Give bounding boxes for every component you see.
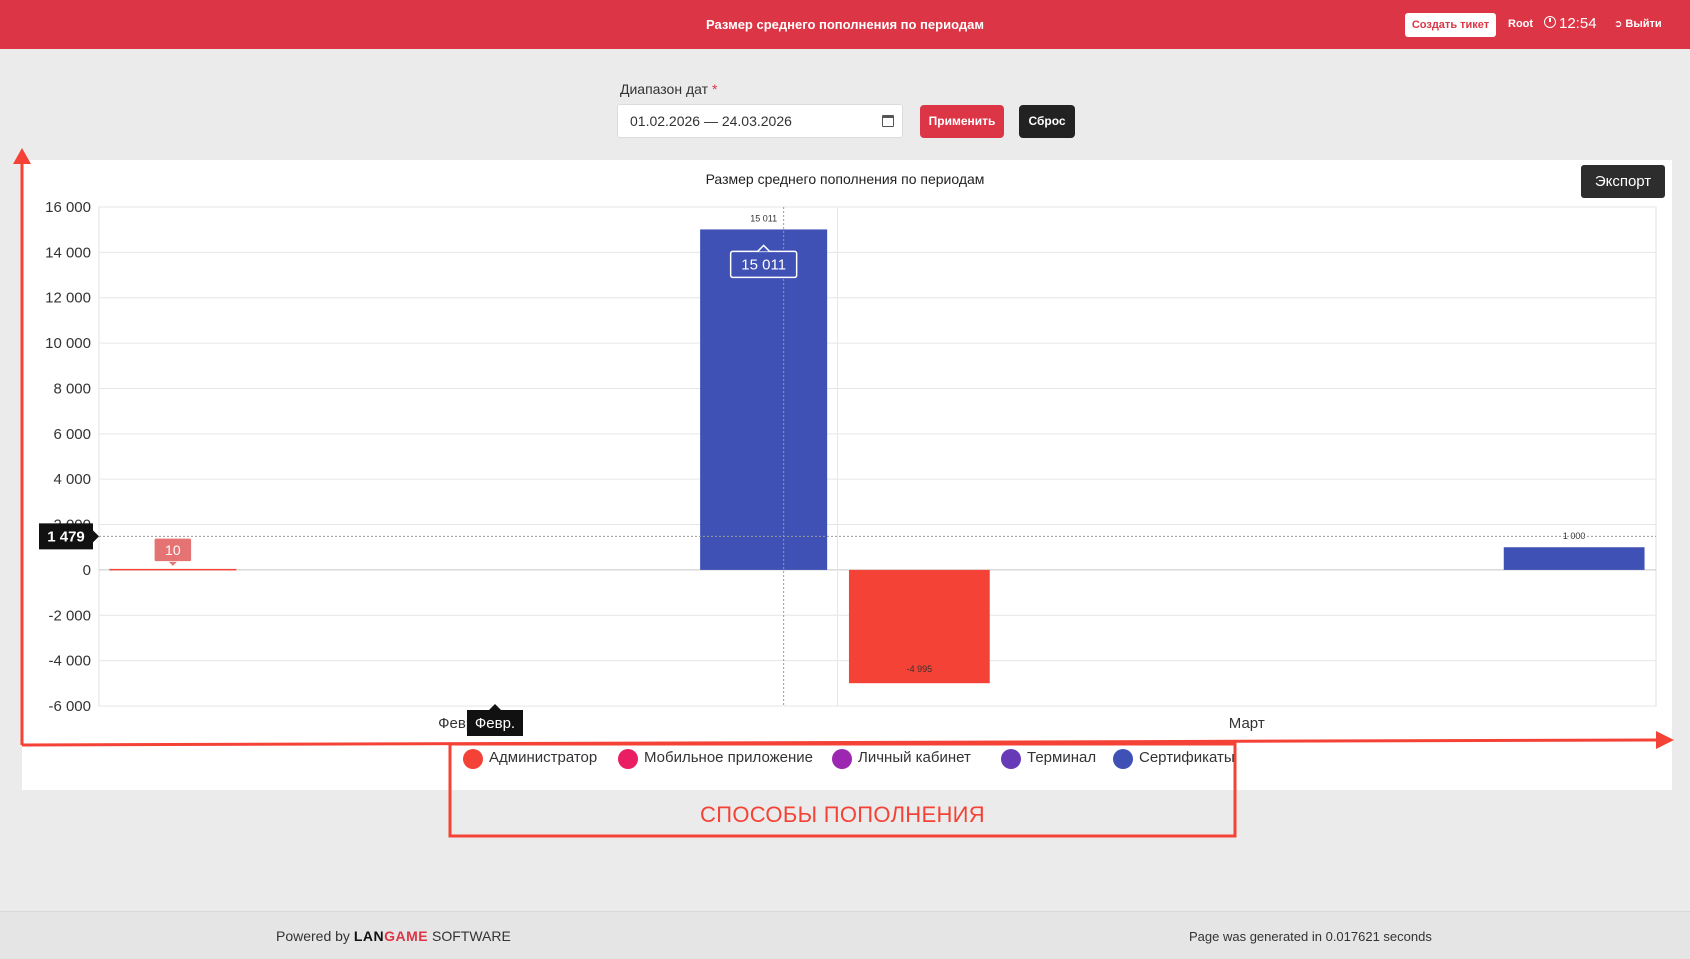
brand-logo: LANGAME (354, 928, 428, 944)
y-tick-label: 16 000 (45, 199, 91, 216)
powered-prefix: Powered by (276, 928, 350, 944)
legend-dot-icon (832, 749, 852, 769)
crosshair-y-badge-arrow (93, 530, 99, 543)
powered-by: Powered by LANGAME SOFTWARE (276, 928, 511, 944)
tooltip-administrator-label: 10 (165, 542, 181, 558)
legend-annotation-caption: СПОСОБЫ ПОПОЛНЕНИЯ (700, 802, 985, 827)
brand-suffix: SOFTWARE (432, 928, 511, 944)
generation-time: Page was generated in 0.017621 seconds (1189, 929, 1432, 944)
brand-game: GAME (384, 928, 429, 944)
y-tick-label: 12 000 (45, 290, 91, 307)
y-tick-label: 10 000 (45, 335, 91, 352)
brand-lan: LAN (353, 928, 385, 944)
bar (700, 229, 828, 570)
y-tick-label: 6 000 (53, 426, 91, 443)
y-tick-label: 14 000 (45, 244, 91, 261)
crosshair-x-badge-arrow (489, 704, 501, 710)
legend-dot-icon (463, 749, 483, 769)
bar (1503, 547, 1645, 570)
data-label: -4 995 (907, 664, 933, 674)
bar (109, 568, 237, 571)
y-tick-label: -6 000 (48, 698, 91, 715)
y-tick-label: 0 (83, 562, 91, 579)
legend-label: Терминал (1027, 749, 1097, 766)
legend-dot-icon (618, 749, 638, 769)
data-label: 15 011 (750, 213, 777, 223)
data-label: 1 000 (1563, 531, 1586, 541)
legend-label: Администратор (489, 749, 598, 766)
y-tick-label: -4 000 (48, 653, 91, 670)
legend-dot-icon (1113, 749, 1133, 769)
legend-label: Сертификаты (1139, 749, 1235, 766)
legend-label: Личный кабинет (858, 749, 971, 766)
tooltip-certificates-label: 15 011 (741, 256, 786, 273)
y-tick-label: 4 000 (53, 471, 91, 488)
y-tick-label: 8 000 (53, 380, 91, 397)
footer: Powered by LANGAME SOFTWARE Page was gen… (0, 911, 1690, 959)
y-tick-label: -2 000 (48, 607, 91, 624)
crosshair-x-label: Февр. (475, 715, 515, 732)
annotation-x-arrowhead (1656, 731, 1674, 749)
legend-label: Мобильное приложение (644, 749, 813, 766)
tooltip-administrator-arrow (167, 561, 179, 568)
annotation-y-arrowhead (13, 148, 31, 164)
x-tick-label: Март (1229, 715, 1265, 732)
legend-dot-icon (1001, 749, 1021, 769)
crosshair-y-label: 1 479 (47, 528, 85, 545)
